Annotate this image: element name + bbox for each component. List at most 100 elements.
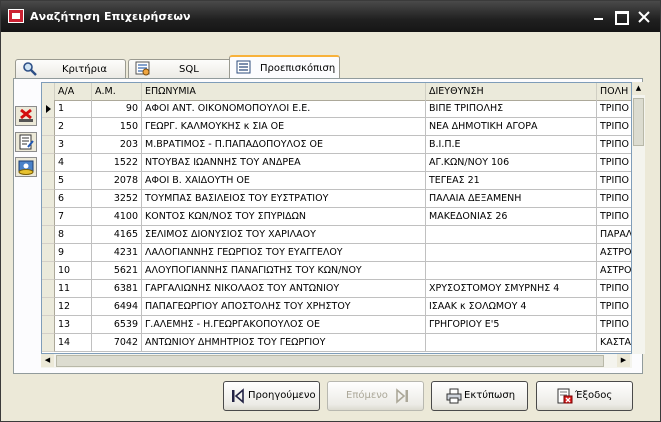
aa-cell[interactable]: 13 <box>55 316 92 334</box>
am-cell[interactable]: 7042 <box>92 334 142 352</box>
address-cell[interactable] <box>426 262 597 280</box>
tab-criteria[interactable]: Κριτήρια <box>15 59 126 78</box>
column-header-address[interactable]: ΔΙΕΥΘΥΝΣΗ <box>426 83 597 100</box>
aa-cell[interactable]: 8 <box>55 226 92 244</box>
row-indicator[interactable] <box>42 316 55 334</box>
name-cell[interactable]: ΝΤΟΥΒΑΣ ΙΩΑΝΝΗΣ ΤΟΥ ΑΝΔΡΕΑ <box>142 154 426 172</box>
scroll-right-button[interactable]: ▶ <box>617 354 630 367</box>
horizontal-scrollbar[interactable]: ◀ ▶ <box>41 354 632 368</box>
print-button[interactable]: Εκτύπωση <box>431 381 528 411</box>
aa-cell[interactable]: 10 <box>55 262 92 280</box>
previous-button[interactable]: Προηγούμενο <box>223 381 320 411</box>
aa-cell[interactable]: 5 <box>55 172 92 190</box>
results-grid[interactable]: Α/Α Α.Μ. ΕΠΩΝΥΜΙΑ ΔΙΕΥΘΥΝΣΗ ΠΟΛΗ 1 90 ΑΦΟΙ… <box>41 82 632 354</box>
horizontal-scroll-thumb[interactable] <box>56 355 604 367</box>
am-cell[interactable]: 5621 <box>92 262 142 280</box>
table-row[interactable]: 2 150 ΓΕΩΡΓ. ΚΑΛΜΟΥΚΗΣ κ ΣΙΑ ΟΕ ΝΕΑ ΔΗΜΟΤΙΚ… <box>42 118 631 136</box>
aa-cell[interactable]: 2 <box>55 118 92 136</box>
aa-cell[interactable]: 4 <box>55 154 92 172</box>
am-cell[interactable]: 6381 <box>92 280 142 298</box>
am-cell[interactable]: 90 <box>92 100 142 118</box>
table-row[interactable]: 12 6494 ΠΑΠΑΓΕΩΡΓΙΟΥ ΑΠΟΣΤΟΛΗΣ ΤΟΥ ΧΡΗΣΤΟΥ… <box>42 298 631 316</box>
row-indicator[interactable] <box>42 172 55 190</box>
am-cell[interactable]: 6539 <box>92 316 142 334</box>
title-bar[interactable]: Αναζήτηση Επιχειρήσεων <box>1 1 660 32</box>
row-indicator[interactable] <box>42 226 55 244</box>
address-cell[interactable]: ΠΑΛΑΙΑ ΔΕΞΑΜΕΝΗ <box>426 190 597 208</box>
table-row[interactable]: 9 4231 ΛΑΛΟΓΙΑΝΝΗΣ ΓΕΩΡΓΙΟΣ ΤΟΥ ΕΥΑΓΓΕΛΟΥ Α… <box>42 244 631 262</box>
name-cell[interactable]: ΠΑΠΑΓΕΩΡΓΙΟΥ ΑΠΟΣΤΟΛΗΣ ΤΟΥ ΧΡΗΣΤΟΥ <box>142 298 426 316</box>
close-button[interactable] <box>634 8 654 26</box>
address-cell[interactable]: ΤΕΓΕΑΣ 21 <box>426 172 597 190</box>
name-cell[interactable]: Γ.ΑΛΕΜΗΣ - Η.ΓΕΩΡΓΑΚΟΠΟΥΛΟΣ ΟΕ <box>142 316 426 334</box>
address-cell[interactable] <box>426 226 597 244</box>
am-cell[interactable]: 4231 <box>92 244 142 262</box>
table-row[interactable]: 8 4165 ΣΕΛΙΜΟΣ ΔΙΟΝΥΣΙΟΣ ΤΟΥ ΧΑΡΙΛΑΟΥ ΠΑΡΑΛ <box>42 226 631 244</box>
am-cell[interactable]: 1522 <box>92 154 142 172</box>
city-cell[interactable]: ΤΡΙΠΟ <box>597 190 631 208</box>
aa-cell[interactable]: 9 <box>55 244 92 262</box>
table-row[interactable]: 13 6539 Γ.ΑΛΕΜΗΣ - Η.ΓΕΩΡΓΑΚΟΠΟΥΛΟΣ ΟΕ ΓΡΗΓ… <box>42 316 631 334</box>
export-button[interactable] <box>15 157 37 177</box>
address-cell[interactable] <box>426 244 597 262</box>
row-indicator[interactable] <box>42 244 55 262</box>
next-button[interactable]: Επόμενο <box>327 381 424 411</box>
name-cell[interactable]: ΣΕΛΙΜΟΣ ΔΙΟΝΥΣΙΟΣ ΤΟΥ ΧΑΡΙΛΑΟΥ <box>142 226 426 244</box>
row-indicator[interactable] <box>42 262 55 280</box>
city-cell[interactable]: ΤΡΙΠΟ <box>597 154 631 172</box>
table-row[interactable]: 3 203 Μ.ΒΡΑΤΙΜΟΣ - Π.ΠΑΠΑΔΟΠΟΥΛΟΣ ΟΕ Β.Ι.Π.… <box>42 136 631 154</box>
row-indicator[interactable] <box>42 190 55 208</box>
name-cell[interactable]: ΑΛΟΥΠΟΓΙΑΝΝΗΣ ΠΑΝΑΓΙΩΤΗΣ ΤΟΥ ΚΩΝ/ΝΟΥ <box>142 262 426 280</box>
aa-cell[interactable]: 11 <box>55 280 92 298</box>
row-indicator[interactable] <box>42 154 55 172</box>
row-indicator[interactable] <box>42 136 55 154</box>
name-cell[interactable]: ΚΟΝΤΟΣ ΚΩΝ/ΝΟΣ ΤΟΥ ΣΠΥΡΙΔΩΝ <box>142 208 426 226</box>
city-cell[interactable]: ΤΡΙΠΟ <box>597 316 631 334</box>
table-row[interactable]: 1 90 ΑΦΟΙ ΑΝΤ. ΟΙΚΟΝΟΜΟΠΟΥΛΟΙ Ε.Ε. ΒΙΠΕ ΤΡΙ… <box>42 100 631 118</box>
minimize-button[interactable] <box>589 8 609 26</box>
address-cell[interactable]: ΑΓ.ΚΩΝ/ΝΟΥ 106 <box>426 154 597 172</box>
city-cell[interactable]: ΑΣΤΡΟ <box>597 262 631 280</box>
address-cell[interactable]: ΓΡΗΓΟΡΙΟΥ Ε'5 <box>426 316 597 334</box>
name-cell[interactable]: Μ.ΒΡΑΤΙΜΟΣ - Π.ΠΑΠΑΔΟΠΟΥΛΟΣ ΟΕ <box>142 136 426 154</box>
current-row-indicator[interactable] <box>42 100 55 118</box>
column-header-aa[interactable]: Α/Α <box>55 83 92 100</box>
city-cell[interactable]: ΤΡΙΠΟ <box>597 280 631 298</box>
city-cell[interactable]: ΠΑΡΑΛ <box>597 226 631 244</box>
aa-cell[interactable]: 14 <box>55 334 92 352</box>
city-cell[interactable]: ΚΑΣΤΑ <box>597 334 631 352</box>
name-cell[interactable]: ΓΕΩΡΓ. ΚΑΛΜΟΥΚΗΣ κ ΣΙΑ ΟΕ <box>142 118 426 136</box>
row-indicator[interactable] <box>42 118 55 136</box>
aa-cell[interactable]: 6 <box>55 190 92 208</box>
maximize-button[interactable] <box>612 8 632 26</box>
column-header-city[interactable]: ΠΟΛΗ <box>597 83 631 100</box>
tab-sql[interactable]: SQL <box>128 59 237 78</box>
city-cell[interactable]: ΤΡΙΠΟ <box>597 172 631 190</box>
column-header-name[interactable]: ΕΠΩΝΥΜΙΑ <box>142 83 426 100</box>
city-cell[interactable]: ΤΡΙΠΟ <box>597 136 631 154</box>
city-cell[interactable]: ΤΡΙΠΟ <box>597 298 631 316</box>
address-cell[interactable]: ΒΙΠΕ ΤΡΙΠΟΛΗΣ <box>426 100 597 118</box>
tab-preview[interactable]: Προεπισκόπιση <box>229 55 340 79</box>
row-indicator[interactable] <box>42 298 55 316</box>
address-cell[interactable]: ΧΡΥΣΟΣΤΟΜΟΥ ΣΜΥΡΝΗΣ 4 <box>426 280 597 298</box>
address-cell[interactable]: Β.Ι.Π.Ε <box>426 136 597 154</box>
name-cell[interactable]: ΓΑΡΓΑΛΙΩΝΗΣ ΝΙΚΟΛΑΟΣ ΤΟΥ ΑΝΤΩΝΙΟΥ <box>142 280 426 298</box>
table-row[interactable]: 10 5621 ΑΛΟΥΠΟΓΙΑΝΝΗΣ ΠΑΝΑΓΙΩΤΗΣ ΤΟΥ ΚΩΝ/Ν… <box>42 262 631 280</box>
name-cell[interactable]: ΑΝΤΩΝΙΟΥ ΔΗΜΗΤΡΙΟΣ ΤΟΥ ΓΕΩΡΓΙΟΥ <box>142 334 426 352</box>
city-cell[interactable]: ΤΡΙΠΟ <box>597 100 631 118</box>
vertical-scrollbar[interactable]: ▲ <box>632 82 645 354</box>
table-row[interactable]: 14 7042 ΑΝΤΩΝΙΟΥ ΔΗΜΗΤΡΙΟΣ ΤΟΥ ΓΕΩΡΓΙΟΥ ΚΑΣ… <box>42 334 631 352</box>
scroll-left-button[interactable]: ◀ <box>41 354 54 367</box>
exit-button[interactable]: Έξοδος <box>536 381 633 411</box>
name-cell[interactable]: ΑΦΟΙ Β. ΧΑΙΔΟΥΤΗ ΟΕ <box>142 172 426 190</box>
address-cell[interactable]: ΙΣΑΑΚ κ ΣΟΛΩΜΟΥ 4 <box>426 298 597 316</box>
am-cell[interactable]: 3252 <box>92 190 142 208</box>
table-row[interactable]: 11 6381 ΓΑΡΓΑΛΙΩΝΗΣ ΝΙΚΟΛΑΟΣ ΤΟΥ ΑΝΤΩΝΙΟΥ Χ… <box>42 280 631 298</box>
delete-record-button[interactable] <box>15 106 37 126</box>
row-indicator[interactable] <box>42 280 55 298</box>
row-indicator[interactable] <box>42 334 55 352</box>
aa-cell[interactable]: 12 <box>55 298 92 316</box>
address-cell[interactable]: ΜΑΚΕΔΟΝΙΑΣ 26 <box>426 208 597 226</box>
city-cell[interactable]: ΑΣΤΡΟ <box>597 244 631 262</box>
